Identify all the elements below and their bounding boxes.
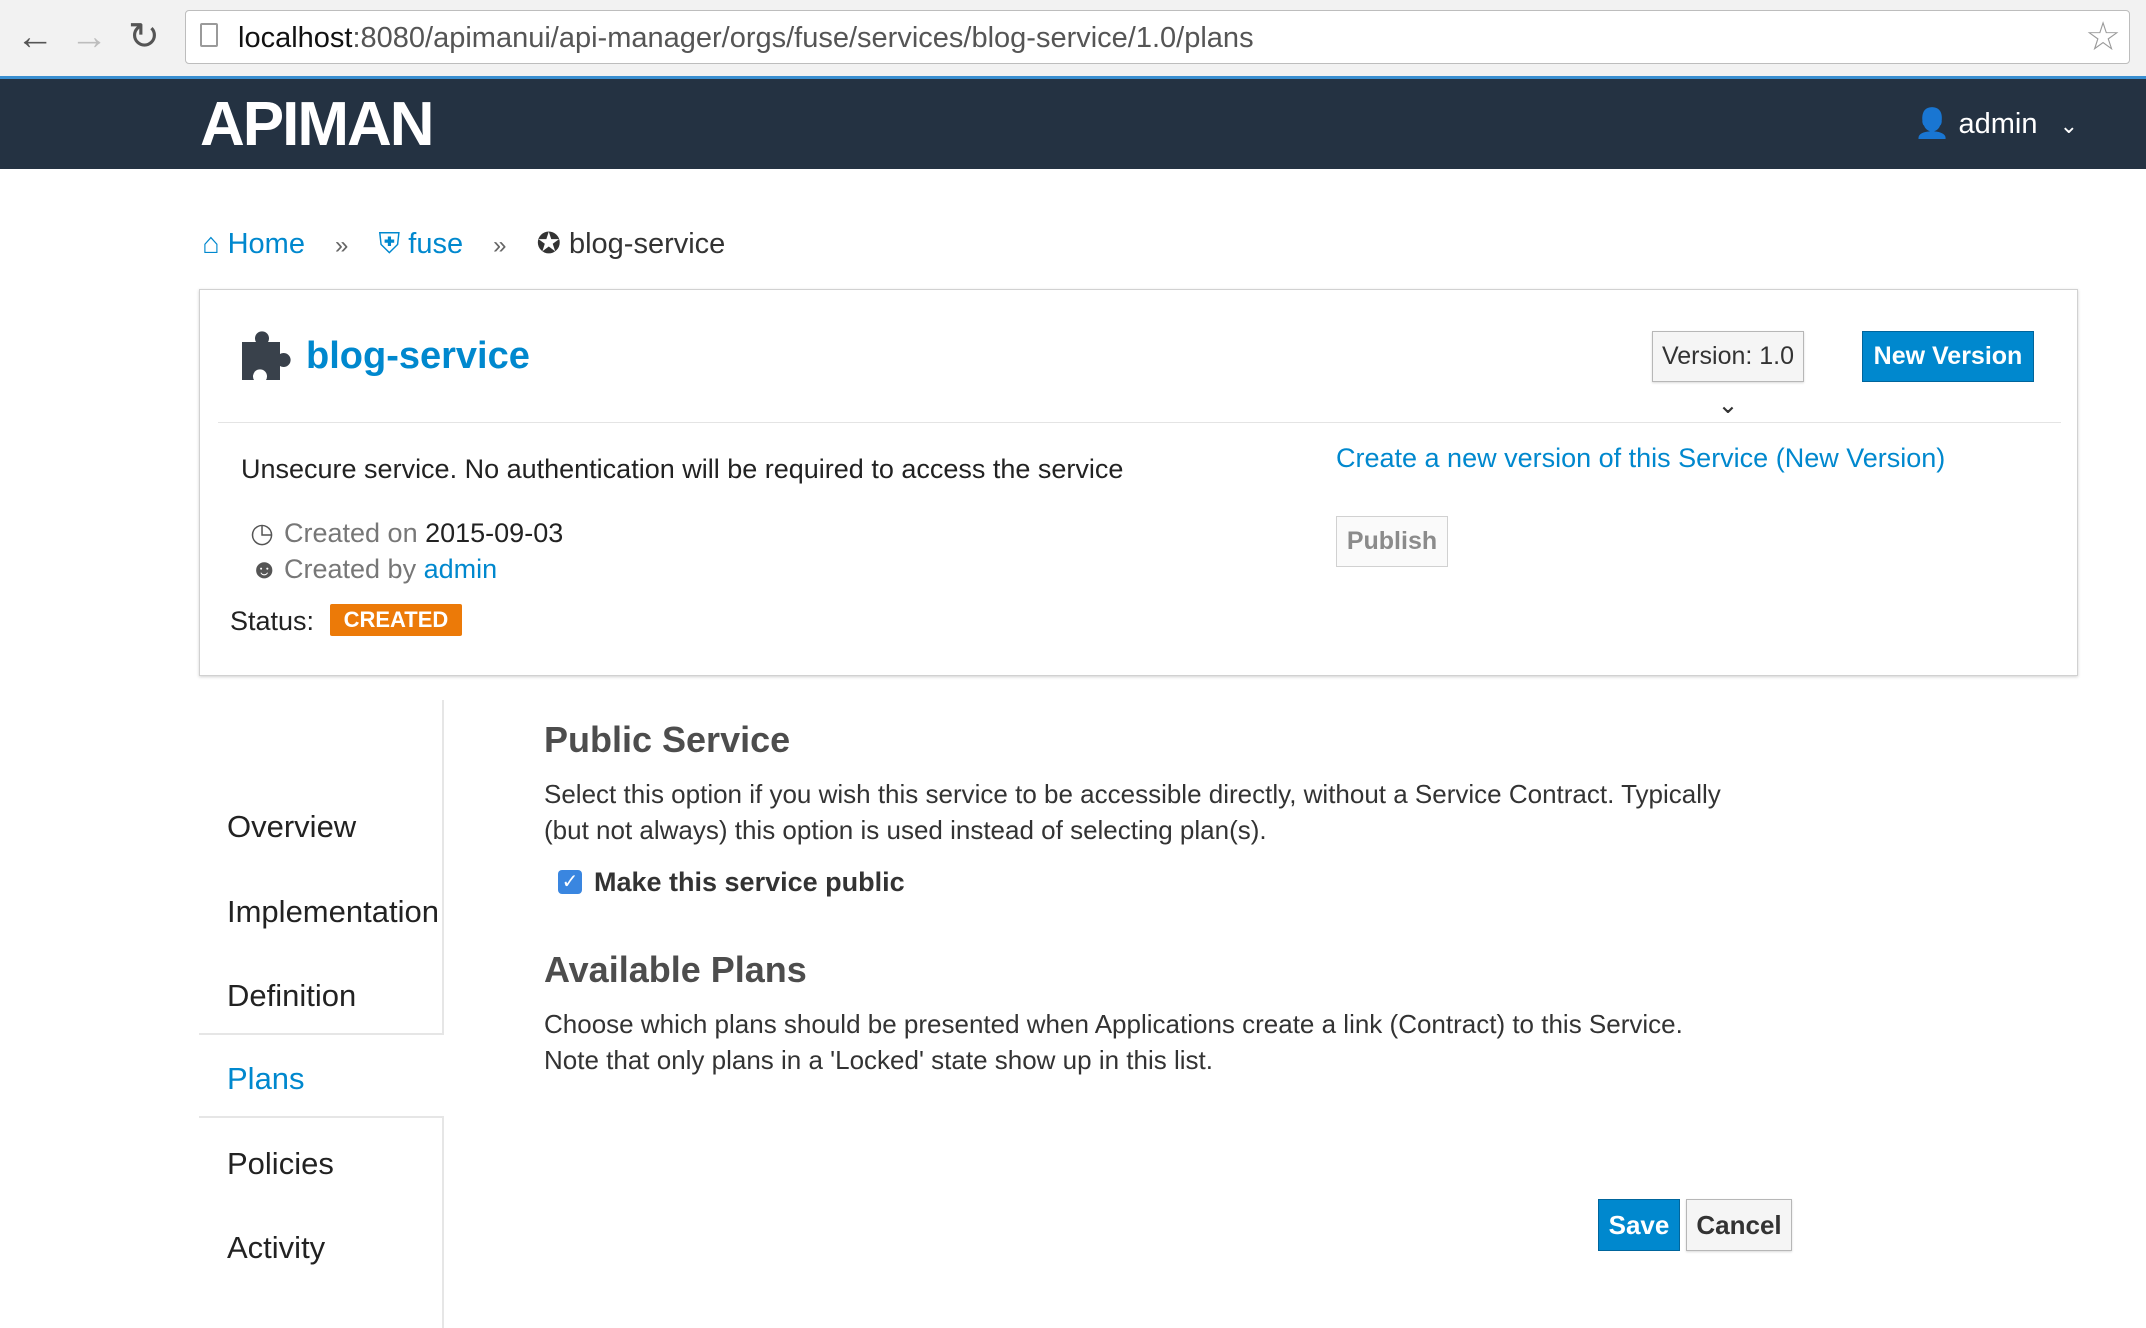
breadcrumb-home[interactable]: ⌂ Home (202, 228, 305, 260)
cancel-button[interactable]: Cancel (1686, 1199, 1792, 1251)
clock-icon: ◷ (250, 518, 274, 548)
new-version-button[interactable]: New Version (1862, 331, 2034, 382)
breadcrumb-org[interactable]: ⛨ fuse (378, 228, 463, 260)
status-badge: CREATED (329, 604, 463, 636)
user-name: admin (1958, 108, 2038, 140)
service-summary-card: blog-service Version: 1.0 ⌄ New Version … (199, 289, 2078, 676)
nav-item-overview[interactable]: Overview (199, 787, 444, 869)
shield-icon: ⛨ (378, 228, 401, 260)
nav-item-activity[interactable]: Activity (199, 1208, 444, 1290)
status-row: Status: CREATED (230, 604, 463, 638)
created-by: ☻ Created by admin (250, 554, 498, 584)
home-icon: ⌂ (202, 228, 220, 260)
breadcrumb-separator: » (335, 232, 349, 259)
service-description: Unsecure service. No authentication will… (241, 454, 1124, 484)
browser-toolbar: ← → ↻ localhost:8080/apimanui/api-manage… (0, 0, 2146, 77)
address-bar[interactable]: localhost:8080/apimanui/api-manager/orgs… (185, 10, 2130, 64)
nav-item-definition[interactable]: Definition (199, 956, 444, 1038)
available-plans-description-2: Note that only plans in a 'Locked' state… (544, 1045, 1213, 1075)
public-service-description: Select this option if you wish this serv… (544, 779, 1721, 809)
nav-item-plans[interactable]: Plans (199, 1033, 444, 1118)
version-dropdown[interactable]: Version: 1.0 ⌄ (1652, 331, 1804, 419)
public-service-description-2: (but not always) this option is used ins… (544, 815, 1267, 845)
created-on: ◷ Created on 2015-09-03 (250, 518, 564, 548)
star-icon[interactable]: ☆ (2085, 15, 2121, 59)
user-icon: 👤 (1914, 108, 1951, 140)
user-icon: ☻ (250, 554, 279, 584)
create-new-version-link[interactable]: Create a new version of this Service (Ne… (1336, 441, 1945, 475)
breadcrumb-service: ✪ blog-service (536, 228, 726, 260)
nav-item-policies[interactable]: Policies (199, 1124, 444, 1206)
puzzle-icon (242, 331, 291, 380)
page-icon (200, 23, 218, 47)
publish-button[interactable]: Publish (1336, 516, 1448, 567)
forward-arrow-icon[interactable]: → (70, 18, 108, 56)
nav-item-implementation[interactable]: Implementation (199, 872, 444, 954)
card-divider (218, 422, 2061, 423)
breadcrumb: ⌂ Home » ⛨ fuse » ✪ blog-service (202, 226, 725, 264)
puzzle-icon: ✪ (536, 228, 561, 260)
public-service-heading: Public Service (544, 719, 791, 760)
created-by-link[interactable]: admin (424, 554, 498, 584)
back-arrow-icon[interactable]: ← (16, 18, 54, 56)
apiman-logo[interactable]: APIMAN (200, 94, 435, 156)
available-plans-description: Choose which plans should be presented w… (544, 1009, 1683, 1039)
available-plans-heading: Available Plans (544, 949, 807, 990)
user-menu[interactable]: 👤 admin ⌄ (1914, 107, 2078, 143)
reload-icon[interactable]: ↻ (128, 18, 160, 56)
url-text[interactable]: localhost:8080/apimanui/api-manager/orgs… (238, 21, 1254, 55)
service-name[interactable]: blog-service (306, 332, 530, 380)
save-button[interactable]: Save (1598, 1199, 1680, 1251)
app-header: APIMAN 👤 admin ⌄ (0, 79, 2146, 169)
make-public-option[interactable]: ✓ Make this service public (558, 864, 905, 900)
make-public-label[interactable]: Make this service public (594, 867, 905, 897)
chevron-down-icon: ⌄ (1717, 391, 1739, 419)
breadcrumb-separator: » (493, 232, 507, 259)
chevron-down-icon: ⌄ (2059, 113, 2078, 138)
service-side-nav: Overview Implementation Definition Plans… (199, 700, 444, 1328)
make-public-checkbox[interactable]: ✓ (558, 870, 582, 894)
